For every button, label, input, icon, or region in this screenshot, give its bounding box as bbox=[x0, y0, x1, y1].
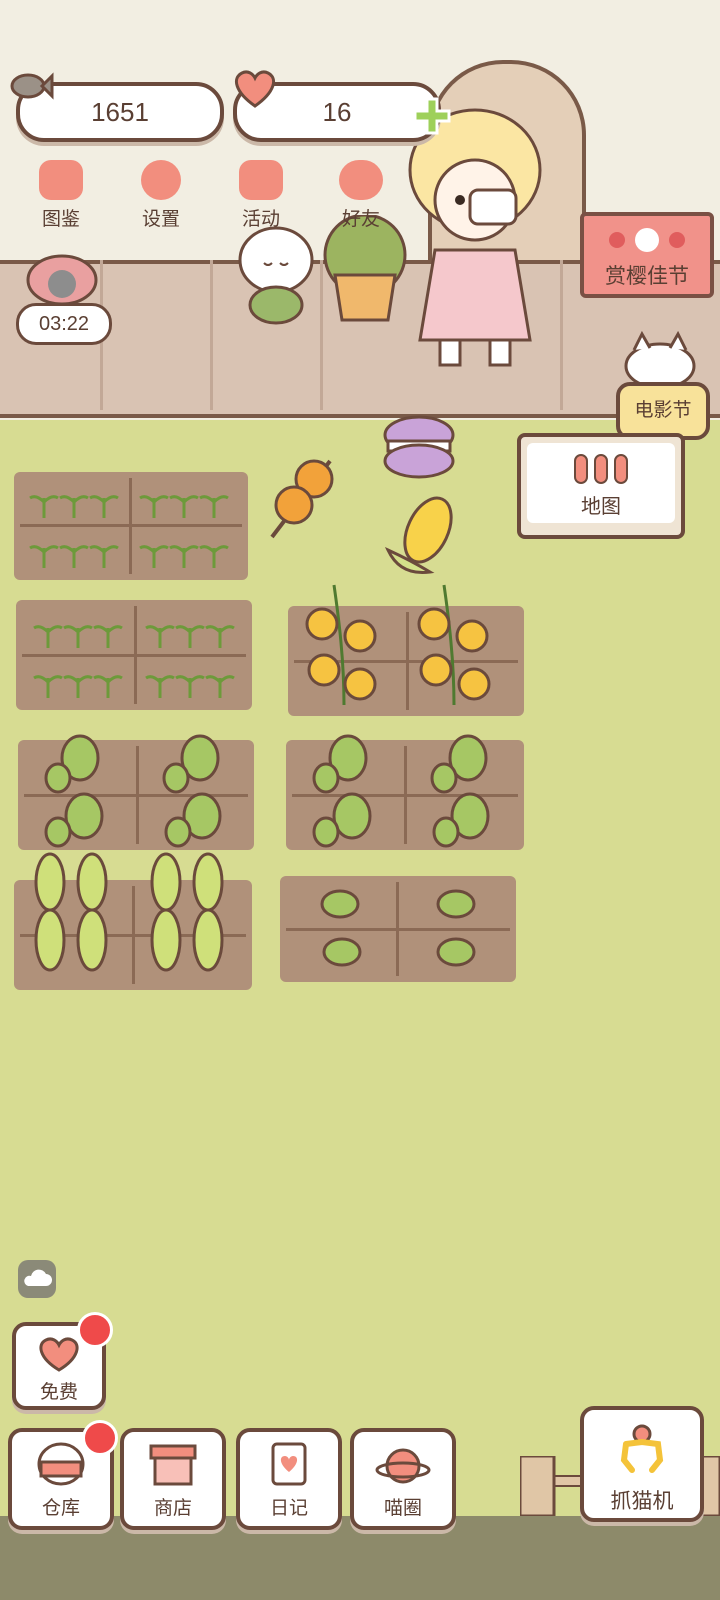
movie-festival-label: 电影节 bbox=[634, 400, 692, 421]
menu-friends[interactable]: 好友 bbox=[316, 160, 406, 231]
farm-plot-2[interactable] bbox=[16, 600, 252, 710]
cherry-festival-label: 赏樱佳节 bbox=[605, 265, 689, 288]
cherry-festival-sign[interactable]: 赏樱佳节 bbox=[580, 212, 714, 298]
girl-character[interactable] bbox=[400, 100, 550, 380]
diary-button[interactable]: 日记 bbox=[236, 1428, 342, 1530]
leafy-crops bbox=[312, 734, 490, 848]
gift-icon bbox=[239, 160, 283, 200]
fish-count: 1651 bbox=[91, 97, 149, 127]
wall-plank bbox=[210, 260, 213, 410]
menu-settings[interactable]: 设置 bbox=[116, 160, 206, 231]
claw-machine-label: 抓猫机 bbox=[610, 1490, 674, 1513]
sprout-crops bbox=[29, 495, 229, 568]
cloud-toggle-icon[interactable] bbox=[18, 1260, 56, 1298]
bunny-character[interactable] bbox=[236, 215, 316, 325]
seedling-crops bbox=[320, 889, 476, 967]
movie-festival-cat[interactable] bbox=[620, 330, 700, 390]
potted-plant bbox=[320, 213, 410, 325]
menu-collection-label: 图鉴 bbox=[41, 209, 80, 230]
menu-events[interactable]: 活动 bbox=[216, 160, 306, 231]
macaron-item[interactable] bbox=[382, 415, 456, 481]
corn-item[interactable] bbox=[380, 490, 460, 580]
shop-button[interactable]: 商店 bbox=[120, 1428, 226, 1530]
fish-icon bbox=[8, 68, 54, 108]
wall-plank bbox=[560, 260, 563, 410]
movie-festival-button[interactable]: 电影节 bbox=[616, 382, 710, 440]
cat-circle-label: 喵圈 bbox=[383, 1498, 422, 1519]
diary-icon bbox=[271, 1442, 307, 1486]
friends-icon bbox=[339, 160, 383, 200]
heart-icon bbox=[39, 1337, 79, 1372]
diary-label: 日记 bbox=[269, 1498, 308, 1519]
claw-icon bbox=[620, 1424, 664, 1473]
angry-cat-event-icon[interactable] bbox=[22, 250, 102, 306]
free-label: 免费 bbox=[39, 1382, 78, 1403]
shop-label: 商店 bbox=[153, 1498, 192, 1519]
heart-icon bbox=[230, 68, 276, 108]
rice-ball-icon bbox=[37, 1442, 85, 1486]
farm-plot-7[interactable] bbox=[280, 876, 516, 982]
menu-settings-label: 设置 bbox=[141, 209, 180, 230]
cat-book-icon bbox=[39, 160, 83, 200]
map-button[interactable]: 地图 bbox=[517, 433, 685, 539]
fence-icon bbox=[574, 454, 628, 484]
leafy-crops bbox=[44, 734, 222, 848]
menu-collection[interactable]: 图鉴 bbox=[16, 160, 106, 231]
heart-count: 16 bbox=[322, 97, 352, 127]
map-label: 地图 bbox=[581, 496, 621, 518]
cat-planet-icon bbox=[375, 1448, 431, 1484]
claw-machine-button[interactable]: 抓猫机 bbox=[580, 1406, 704, 1522]
gear-icon bbox=[141, 160, 181, 200]
map-sign-inner: 地图 bbox=[527, 443, 675, 523]
event-timer: 03:22 bbox=[16, 303, 112, 345]
cat-circle-button[interactable]: 喵圈 bbox=[350, 1428, 456, 1530]
add-hearts-button[interactable] bbox=[412, 96, 452, 136]
sprout-crops bbox=[33, 625, 235, 698]
free-notification-badge bbox=[77, 1312, 113, 1348]
farm-plot-1[interactable] bbox=[14, 472, 248, 580]
flower-crops bbox=[305, 584, 491, 706]
dango-skewer-item[interactable] bbox=[264, 455, 344, 545]
corn-crops bbox=[34, 852, 224, 972]
warehouse-label: 仓库 bbox=[41, 1498, 80, 1519]
shop-icon bbox=[149, 1444, 197, 1486]
menu-friends-label: 好友 bbox=[341, 209, 380, 230]
warehouse-notification-badge bbox=[82, 1420, 118, 1456]
menu-events-label: 活动 bbox=[241, 209, 280, 230]
